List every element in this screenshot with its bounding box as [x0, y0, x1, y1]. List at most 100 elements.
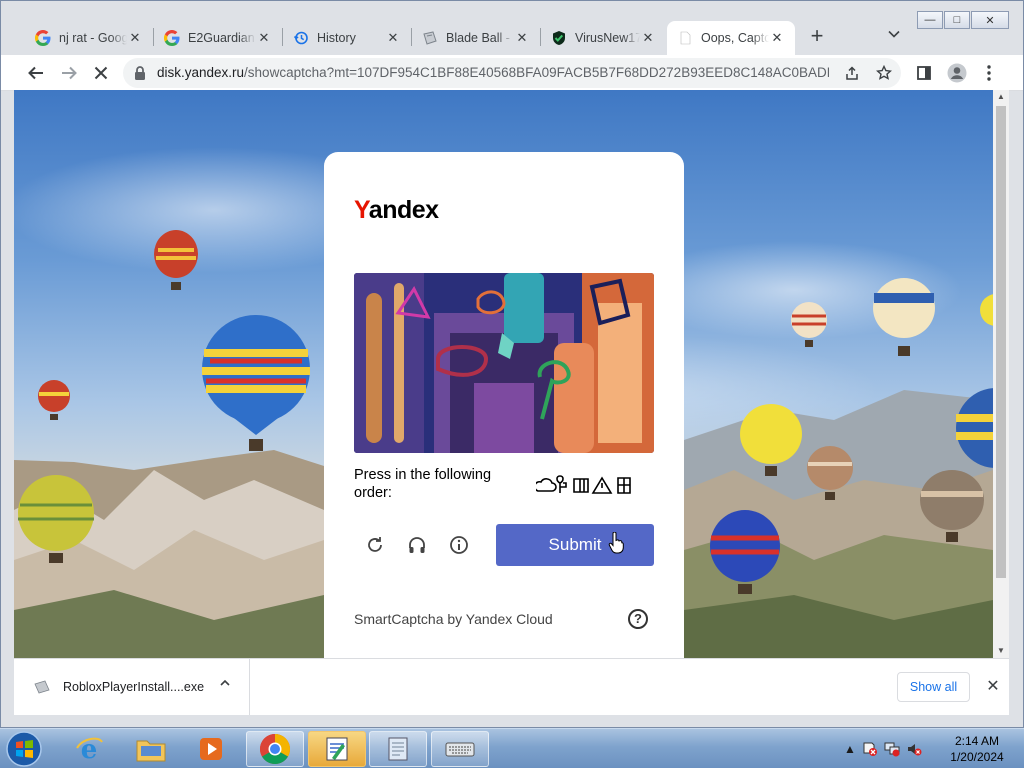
- tab-close-icon[interactable]: ✕: [385, 30, 401, 46]
- close-download-bar-icon[interactable]: ✕: [983, 676, 1003, 696]
- address-bar[interactable]: disk.yandex.ru/showcaptcha?mt=107DF954C1…: [123, 58, 901, 88]
- yandex-logo: Yandex: [354, 196, 439, 225]
- start-button[interactable]: [4, 730, 44, 768]
- scroll-down-arrow-icon[interactable]: ▼: [993, 644, 1009, 658]
- warning-icon: [591, 476, 613, 494]
- vertical-scrollbar[interactable]: ▲ ▼: [993, 90, 1009, 658]
- tab-close-icon[interactable]: ✕: [256, 30, 272, 46]
- show-all-button[interactable]: Show all: [897, 672, 970, 702]
- balloon-image: [980, 294, 993, 326]
- blank-page-icon: [677, 30, 693, 46]
- tab-blade-ball[interactable]: Blade Ball - ✕: [412, 21, 540, 55]
- tab-close-icon[interactable]: ✕: [769, 30, 785, 46]
- close-window-button[interactable]: ✕: [971, 11, 1009, 29]
- system-clock[interactable]: 2:14 AM 1/20/2024: [942, 733, 1012, 765]
- notepad-app-taskbar-button[interactable]: [308, 731, 366, 767]
- captcha-picture: [354, 273, 654, 453]
- info-button[interactable]: [446, 532, 472, 558]
- more-vert-icon: [987, 65, 991, 81]
- submit-button[interactable]: Submit: [496, 524, 654, 566]
- audio-captcha-button[interactable]: [404, 532, 430, 558]
- chrome-taskbar-button[interactable]: [246, 731, 304, 767]
- star-icon: [876, 65, 892, 80]
- installer-icon: [34, 680, 50, 694]
- maximize-button[interactable]: □: [944, 11, 970, 29]
- profile-button[interactable]: [944, 60, 970, 86]
- share-button[interactable]: [841, 62, 863, 84]
- google-icon: [164, 30, 180, 46]
- network-icon[interactable]: [884, 741, 900, 757]
- forward-button[interactable]: [56, 60, 82, 86]
- logo-letter-y: Y: [354, 196, 369, 224]
- bookmark-button[interactable]: [873, 62, 895, 84]
- tab-e2guardian[interactable]: E2Guardian ✕: [154, 21, 282, 55]
- scroll-thumb[interactable]: [996, 106, 1006, 578]
- info-icon: [450, 536, 468, 554]
- tab-close-icon[interactable]: ✕: [640, 30, 656, 46]
- balloon-image: [807, 446, 853, 500]
- headphones-icon: [409, 537, 425, 553]
- maximize-icon: □: [953, 14, 961, 26]
- tab-title: nj rat - Google: [59, 31, 127, 45]
- back-arrow-icon: [28, 66, 43, 80]
- help-button[interactable]: ?: [628, 609, 648, 629]
- tab-history[interactable]: History ✕: [283, 21, 411, 55]
- side-panel-icon: [917, 66, 931, 80]
- download-item[interactable]: RobloxPlayerInstall....exe: [14, 659, 250, 715]
- history-icon: [293, 30, 309, 46]
- tab-google-search[interactable]: nj rat - Google ✕: [25, 21, 153, 55]
- balloon-image: [873, 278, 935, 356]
- refresh-captcha-button[interactable]: [362, 532, 388, 558]
- media-player-icon: [200, 738, 222, 760]
- stop-icon: [94, 66, 108, 80]
- cloud-icon: [536, 478, 557, 492]
- browser-toolbar: disk.yandex.ru/showcaptcha?mt=107DF954C1…: [1, 55, 1023, 91]
- media-player-taskbar-button[interactable]: [182, 731, 240, 767]
- menu-button[interactable]: [976, 60, 1002, 86]
- show-hidden-icons-icon[interactable]: ▲: [844, 742, 856, 756]
- notepad-icon: [388, 737, 408, 761]
- tab-oops-captcha[interactable]: Oops, Captcha ✕: [667, 21, 795, 55]
- minimize-button[interactable]: —: [917, 11, 943, 29]
- close-icon: ✕: [985, 14, 995, 27]
- captcha-instruction: Press in the following order:: [354, 467, 492, 501]
- book-icon: [573, 478, 589, 493]
- internet-explorer-taskbar-button[interactable]: e: [60, 731, 118, 767]
- volume-muted-icon[interactable]: [906, 741, 922, 757]
- plus-icon: +: [810, 23, 824, 48]
- keyboard-taskbar-button[interactable]: [431, 731, 489, 767]
- side-panel-button[interactable]: [911, 60, 937, 86]
- tab-title: History: [317, 31, 356, 45]
- tab-virusnew[interactable]: VirusNew17 ✕: [541, 21, 666, 55]
- scroll-up-arrow-icon[interactable]: ▲: [993, 90, 1009, 104]
- avatar-icon: [947, 63, 967, 83]
- notepad-taskbar-button[interactable]: [369, 731, 427, 767]
- tab-strip: — □ ✕ nj rat - Google ✕ E2Guardian ✕ His: [1, 1, 1023, 55]
- tab-close-icon[interactable]: ✕: [127, 30, 143, 46]
- tab-title: E2Guardian: [188, 31, 255, 45]
- logo-text: andex: [368, 196, 439, 224]
- captcha-image[interactable]: [354, 273, 654, 453]
- stop-loading-button[interactable]: [88, 60, 114, 86]
- action-center-icon[interactable]: [862, 741, 878, 757]
- chevron-up-icon[interactable]: [219, 677, 231, 692]
- file-explorer-taskbar-button[interactable]: [122, 731, 180, 767]
- file-explorer-icon: [136, 740, 166, 762]
- share-icon: [846, 66, 858, 80]
- url-host: disk.yandex.ru: [157, 65, 245, 80]
- page-icon: [422, 30, 438, 46]
- windows-logo-icon: [6, 731, 42, 767]
- tab-search-button[interactable]: [884, 27, 904, 47]
- smartcaptcha-footer: SmartCaptcha by Yandex Cloud: [354, 611, 553, 627]
- tab-close-icon[interactable]: ✕: [514, 30, 530, 46]
- chrome-icon: [259, 734, 291, 765]
- windows-taskbar: e ▲ 2:14 AM 1/20/2024: [0, 728, 1024, 768]
- balloon-image: [956, 388, 993, 468]
- back-button[interactable]: [23, 60, 49, 86]
- keyboard-icon: [445, 742, 475, 757]
- tab-title: Blade Ball -: [446, 31, 510, 45]
- shield-icon: [551, 30, 567, 46]
- system-tray: ▲: [844, 735, 922, 763]
- new-tab-button[interactable]: +: [805, 25, 829, 49]
- clock-date: 1/20/2024: [950, 750, 1004, 764]
